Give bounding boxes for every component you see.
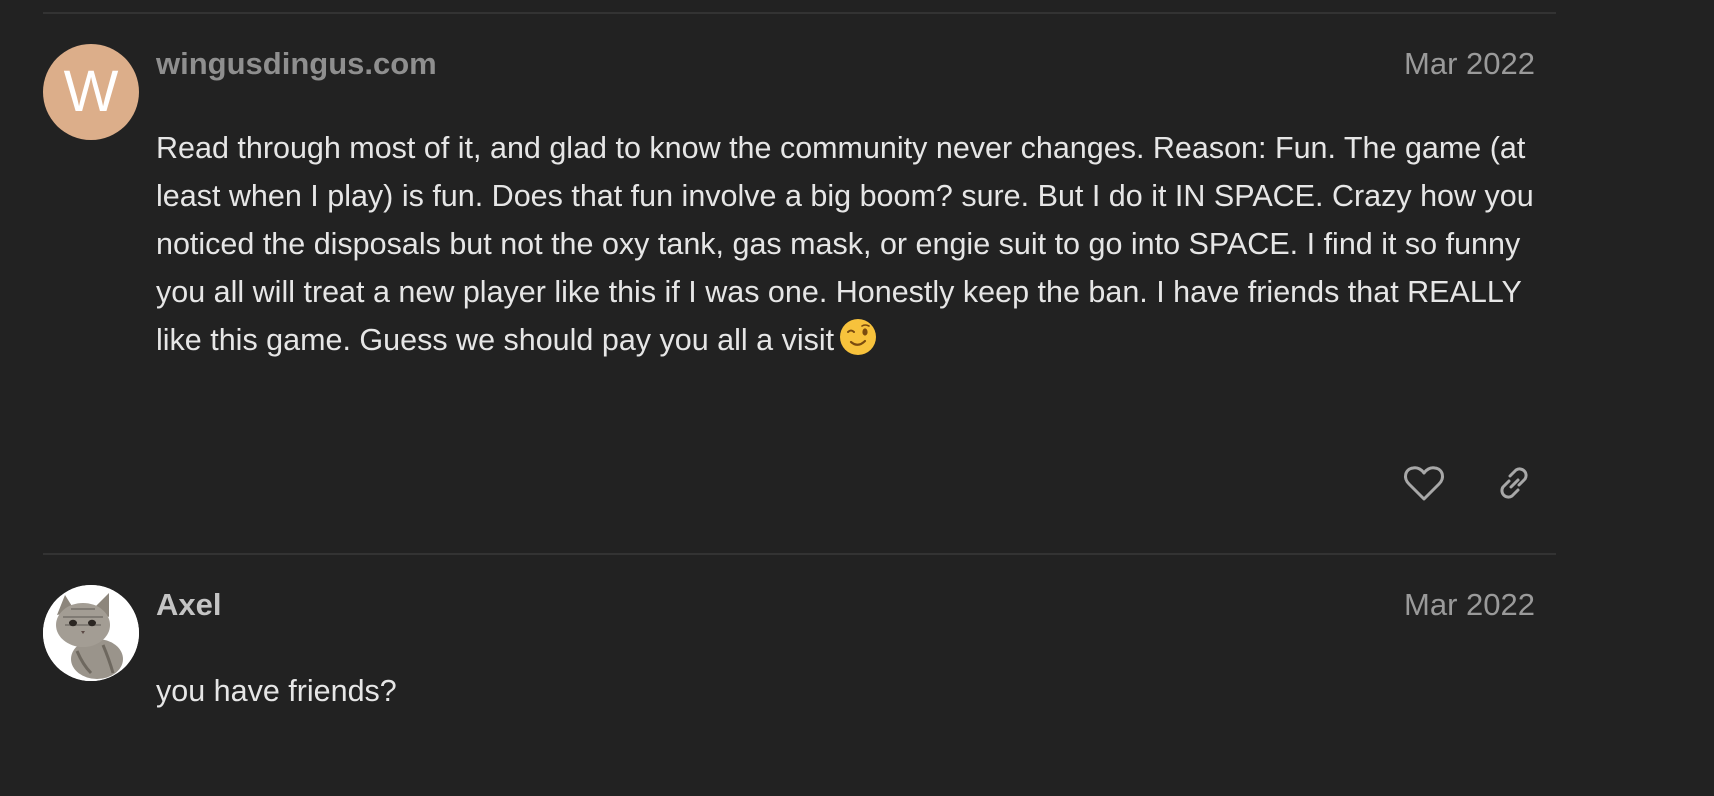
avatar[interactable] <box>43 585 139 681</box>
post-divider <box>43 553 1556 555</box>
post-body: you have friends? <box>156 667 1556 715</box>
kitten-avatar-image <box>43 585 139 681</box>
like-button[interactable] <box>1399 458 1449 508</box>
winking-face-emoji <box>840 319 877 355</box>
post-text: you have friends? <box>156 674 397 708</box>
post-actions <box>1363 458 1539 508</box>
post-username[interactable]: wingusdingus.com <box>156 46 437 82</box>
share-link-button[interactable] <box>1489 458 1539 508</box>
post-body: Read through most of it, and glad to kno… <box>156 124 1556 364</box>
post-divider <box>43 12 1556 14</box>
post-date[interactable]: Mar 2022 <box>1404 587 1535 623</box>
link-icon <box>1500 467 1528 499</box>
avatar-letter: W <box>63 59 119 124</box>
heart-icon <box>1403 466 1444 501</box>
post-date[interactable]: Mar 2022 <box>1404 46 1535 82</box>
avatar[interactable]: W <box>43 44 139 140</box>
post-username[interactable]: Axel <box>156 587 221 623</box>
